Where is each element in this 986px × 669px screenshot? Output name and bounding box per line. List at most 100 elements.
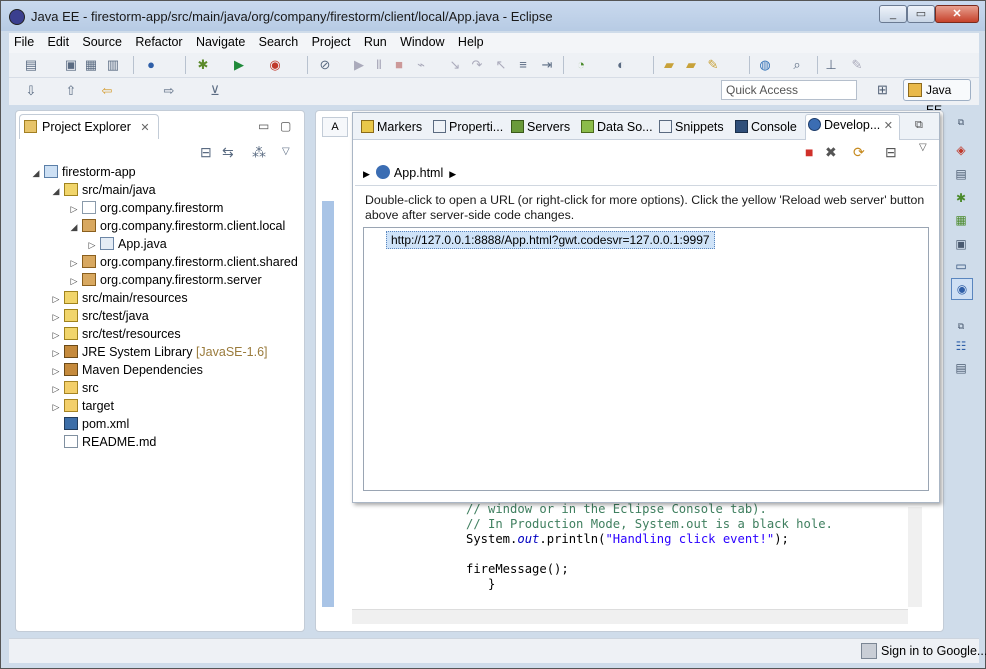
tree-item[interactable]: ◢ org.company.firestorm.client.local bbox=[68, 217, 285, 235]
annotation-prev-icon[interactable]: ⇧ bbox=[63, 83, 79, 99]
debug-icon[interactable]: ✱ bbox=[195, 57, 211, 73]
open-perspective-icon[interactable]: ⊞ bbox=[877, 83, 891, 97]
menu-run[interactable]: Run bbox=[359, 33, 392, 49]
close-tab-icon[interactable]: ✕ bbox=[140, 122, 149, 134]
code-text[interactable]: // window or in the Eclipse Console tab)… bbox=[466, 502, 833, 592]
menu-edit[interactable]: Edit bbox=[43, 33, 75, 49]
markers-icon[interactable]: ◈ bbox=[953, 142, 969, 158]
servers-icon[interactable]: ✱ bbox=[953, 190, 969, 206]
back-icon[interactable]: ⇦ bbox=[99, 83, 115, 99]
view-menu-icon[interactable]: ▽ bbox=[919, 142, 927, 153]
tree-item[interactable]: ▷ Maven Dependencies bbox=[50, 361, 203, 379]
minimize-view-icon[interactable]: ▭ bbox=[258, 119, 269, 133]
run-icon[interactable]: ▶ bbox=[231, 57, 247, 73]
restore-icon[interactable]: ⧉ bbox=[953, 318, 969, 334]
collapsed-arrow-icon[interactable]: ▷ bbox=[68, 254, 80, 272]
tree-item[interactable]: ◢ firestorm-app bbox=[30, 163, 136, 181]
tab-snippets[interactable]: Snippets bbox=[657, 117, 724, 139]
pin-icon[interactable]: ⊥ bbox=[823, 57, 839, 73]
skip-breakpoints-icon[interactable]: ⊘ bbox=[317, 57, 333, 73]
open-task-icon[interactable]: ✎ bbox=[705, 57, 721, 73]
task-list-icon[interactable]: ▤ bbox=[953, 360, 969, 376]
collapsed-arrow-icon[interactable]: ▷ bbox=[68, 272, 80, 290]
clear-terminated-icon[interactable]: ⊟ bbox=[885, 144, 897, 161]
tab-data-source[interactable]: Data So... bbox=[579, 117, 653, 139]
run-external-icon[interactable]: ◉ bbox=[267, 57, 283, 73]
url-item[interactable]: http://127.0.0.1:8888/App.html?gwt.codes… bbox=[386, 231, 715, 249]
gwt-icon[interactable]: ● bbox=[143, 57, 159, 73]
editor-tab[interactable]: A bbox=[322, 117, 348, 137]
restore-icon[interactable]: ⧉ bbox=[953, 114, 969, 130]
maximize-view-icon[interactable]: ▢ bbox=[280, 119, 291, 133]
menu-help[interactable]: Help bbox=[453, 33, 489, 49]
minimize-button[interactable]: _ bbox=[879, 5, 907, 23]
tree-item[interactable]: ▷ src/main/resources bbox=[50, 289, 188, 307]
menu-file[interactable]: File bbox=[9, 33, 39, 49]
tab-servers[interactable]: Servers bbox=[509, 117, 570, 139]
collapse-all-icon[interactable]: ⊟ bbox=[200, 144, 212, 161]
use-step-filters-icon[interactable]: ⇥ bbox=[539, 57, 555, 73]
pin-editor-icon[interactable]: ⊻ bbox=[207, 83, 223, 99]
open-type-icon[interactable]: ◐ bbox=[613, 57, 629, 73]
forward-icon[interactable]: ⇨ bbox=[161, 83, 177, 99]
save-all-icon[interactable]: ▦ bbox=[83, 57, 99, 73]
collapsed-arrow-icon[interactable]: ▷ bbox=[50, 398, 62, 416]
console-icon[interactable]: ▭ bbox=[953, 258, 969, 274]
close-button[interactable]: ✕ bbox=[935, 5, 979, 23]
tree-item[interactable]: ▷ src/test/resources bbox=[50, 325, 181, 343]
menu-window[interactable]: Window bbox=[395, 33, 449, 49]
java-ee-perspective-button[interactable]: Java EE bbox=[903, 79, 971, 117]
tree-item[interactable]: pom.xml bbox=[50, 415, 129, 433]
project-explorer-tab[interactable]: Project Explorer ✕ bbox=[19, 114, 159, 139]
link-editor-icon[interactable]: ⇆ bbox=[222, 144, 234, 161]
menu-source[interactable]: Source bbox=[77, 33, 127, 49]
stop-server-icon[interactable]: ■ bbox=[805, 144, 813, 160]
web-browser-icon[interactable]: ◍ bbox=[757, 57, 773, 73]
menu-refactor[interactable]: Refactor bbox=[130, 33, 187, 49]
url-list[interactable]: http://127.0.0.1:8888/App.html?gwt.codes… bbox=[363, 227, 929, 491]
collapsed-arrow-icon[interactable]: ▷ bbox=[50, 326, 62, 344]
collapsed-arrow-icon[interactable]: ▷ bbox=[86, 236, 98, 254]
breadcrumb-arrow-icon[interactable]: ▶ bbox=[449, 169, 456, 179]
view-menu-icon[interactable]: ▽ bbox=[282, 146, 290, 157]
breadcrumb-arrow-icon[interactable]: ▶ bbox=[363, 169, 370, 179]
tree-item[interactable]: ▷ target bbox=[50, 397, 114, 415]
expanded-arrow-icon[interactable]: ◢ bbox=[68, 218, 80, 236]
search-icon[interactable]: ⌕ bbox=[789, 57, 805, 73]
collapsed-arrow-icon[interactable]: ▷ bbox=[50, 380, 62, 398]
new-server-icon[interactable]: ◔ bbox=[573, 57, 589, 73]
collapsed-arrow-icon[interactable]: ▷ bbox=[50, 362, 62, 380]
collapsed-arrow-icon[interactable]: ▷ bbox=[50, 290, 62, 308]
tab-properties[interactable]: Properti... bbox=[431, 117, 503, 139]
clear-icon[interactable]: ✖ bbox=[825, 144, 837, 161]
reload-web-server-icon[interactable]: ⟳ bbox=[853, 144, 865, 161]
new-icon[interactable]: ▤ bbox=[23, 57, 39, 73]
annotation-next-icon[interactable]: ⇩ bbox=[23, 83, 39, 99]
tree-item[interactable]: ▷ org.company.firestorm.server bbox=[68, 271, 262, 289]
menu-navigate[interactable]: Navigate bbox=[191, 33, 250, 49]
restore-view-icon[interactable]: ⧉ bbox=[915, 119, 923, 132]
properties-icon[interactable]: ▤ bbox=[953, 166, 969, 182]
maximize-button[interactable]: ▭ bbox=[907, 5, 935, 23]
filters-icon[interactable]: ⁂ bbox=[252, 144, 266, 161]
data-source-icon[interactable]: ▦ bbox=[953, 212, 969, 228]
menu-search[interactable]: Search bbox=[254, 33, 304, 49]
editor-vertical-scrollbar[interactable] bbox=[908, 507, 922, 607]
tab-console[interactable]: Console bbox=[733, 117, 797, 139]
menu-project[interactable]: Project bbox=[307, 33, 356, 49]
quick-access-field[interactable]: Quick Access bbox=[721, 80, 857, 100]
tree-item[interactable]: ▷ org.company.firestorm.client.shared bbox=[68, 253, 298, 271]
collapsed-arrow-icon[interactable]: ▷ bbox=[68, 200, 80, 218]
save-icon[interactable]: ▣ bbox=[63, 57, 79, 73]
outline-icon[interactable]: ☷ bbox=[953, 338, 969, 354]
tab-markers[interactable]: Markers bbox=[359, 117, 422, 139]
print-icon[interactable]: ▥ bbox=[105, 57, 121, 73]
close-tab-icon[interactable]: ✕ bbox=[884, 120, 893, 132]
open-folder-icon[interactable]: ▰ bbox=[661, 57, 677, 73]
tree-item[interactable]: ▷ App.java bbox=[86, 235, 167, 253]
development-mode-icon[interactable]: ◉ bbox=[951, 278, 973, 300]
drop-to-frame-icon[interactable]: ≡ bbox=[515, 57, 531, 73]
tree-item[interactable]: README.md bbox=[50, 433, 156, 451]
tree-item[interactable]: ▷ src/test/java bbox=[50, 307, 149, 325]
tree-item[interactable]: ▷ JRE System Library [JavaSE-1.6] bbox=[50, 343, 268, 361]
